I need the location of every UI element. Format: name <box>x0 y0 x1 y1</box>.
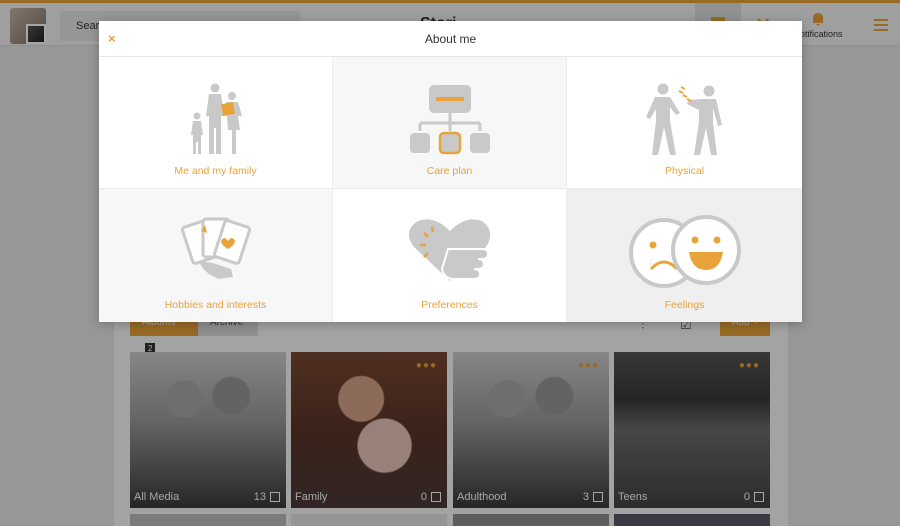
tile-label: Feelings <box>664 299 705 311</box>
about-me-modal: × About me Me and my family Care plan Ph… <box>99 21 802 322</box>
feelings-icon <box>628 215 741 288</box>
tile-hobbies-and-interests[interactable]: Hobbies and interests <box>99 189 333 322</box>
physical-icon <box>645 83 722 155</box>
tile-preferences[interactable]: Preferences <box>333 189 567 322</box>
hobbies-icon <box>180 217 251 279</box>
tile-label: Physical <box>664 165 705 177</box>
tile-me-and-my-family[interactable]: Me and my family <box>99 57 333 189</box>
tile-label: Care plan <box>426 165 473 177</box>
family-icon <box>190 83 242 154</box>
tile-care-plan[interactable]: Care plan <box>333 57 567 189</box>
care-plan-icon <box>409 85 490 155</box>
tile-feelings[interactable]: Feelings <box>567 189 802 322</box>
tile-label: Preferences <box>421 299 478 311</box>
modal-header: × About me <box>99 21 802 57</box>
modal-title: About me <box>424 32 477 46</box>
preferences-icon <box>408 219 490 281</box>
tile-physical[interactable]: Physical <box>567 57 802 189</box>
tile-label: Hobbies and interests <box>164 299 267 311</box>
about-me-grid: Me and my family Care plan Physical Hobb… <box>99 57 802 322</box>
tile-label: Me and my family <box>174 165 257 177</box>
